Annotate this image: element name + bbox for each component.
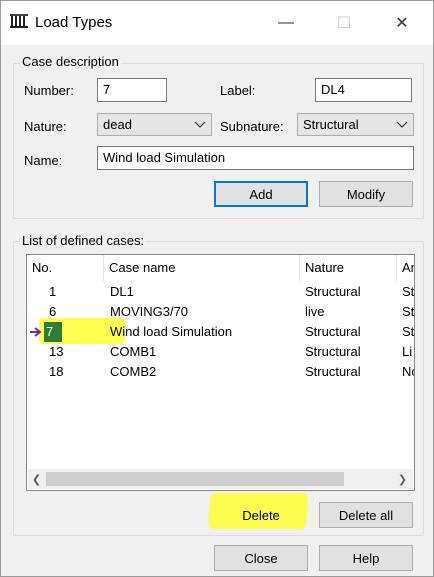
cell-an: St [402, 284, 415, 299]
scroll-right-icon[interactable]: ❯ [394, 469, 411, 489]
help-button[interactable]: Help [319, 545, 413, 571]
close-window-button[interactable]: ✕ [379, 1, 425, 45]
cell-nature: Structural [305, 324, 361, 339]
cell-no: 6 [49, 304, 57, 319]
nature-select[interactable]: dead [97, 113, 212, 136]
cell-case-name: MOVING3/70 [110, 304, 189, 319]
cell-nature: Structural [305, 344, 361, 359]
cases-listview[interactable]: No. Case name Nature An 1 DL1 Structural… [26, 254, 415, 491]
chevron-down-icon [395, 117, 409, 131]
column-header-an[interactable]: An [397, 255, 414, 281]
column-header-no[interactable]: No. [27, 255, 104, 281]
cases-list-legend: List of defined cases: [20, 233, 147, 248]
add-button[interactable]: Add [214, 181, 308, 207]
subnature-label: Subnature: [220, 119, 284, 134]
number-label: Number: [24, 83, 74, 98]
maximize-button: ☐ [321, 1, 367, 45]
maximize-icon: ☐ [336, 15, 352, 32]
list-header: No. Case name Nature An [27, 255, 414, 281]
name-field[interactable]: Wind load Simulation [97, 146, 414, 170]
subnature-select[interactable]: Structural [297, 113, 414, 136]
modify-button[interactable]: Modify [319, 181, 413, 207]
nature-value: dead [103, 117, 132, 132]
name-label: Name: [24, 153, 63, 168]
cell-no: 13 [49, 344, 64, 359]
column-header-nature[interactable]: Nature [300, 255, 397, 281]
table-row[interactable]: 6 MOVING3/70 live St [27, 302, 414, 322]
nature-label: Nature: [24, 119, 67, 134]
load-types-icon [10, 14, 28, 30]
cell-nature: live [305, 304, 325, 319]
cell-case-name: Wind load Simulation [110, 324, 233, 339]
label-label: Label: [220, 83, 256, 98]
cell-case-name: DL1 [110, 284, 134, 299]
case-description-legend: Case description [20, 54, 121, 69]
cell-an: Li [402, 344, 413, 359]
window-title: Load Types [35, 14, 113, 31]
cell-no: 18 [49, 364, 64, 379]
label-field[interactable]: DL4 [315, 78, 412, 102]
title-bar[interactable]: Load Types — ☐ ✕ [1, 1, 433, 45]
delete-all-button[interactable]: Delete all [319, 502, 413, 528]
chevron-down-icon [193, 117, 207, 131]
table-row[interactable]: 13 COMB1 Structural Li [27, 342, 414, 362]
cell-nature: Structural [305, 364, 361, 379]
pointer-arrow-icon [30, 325, 44, 339]
load-types-window: Load Types — ☐ ✕ Case description Number… [0, 0, 434, 577]
cell-no-selected: 7 [44, 322, 62, 342]
close-icon: ✕ [395, 15, 409, 32]
scroll-left-icon[interactable]: ❮ [28, 469, 45, 489]
close-button[interactable]: Close [214, 545, 308, 571]
cell-an: St [402, 304, 415, 319]
minimize-icon: — [278, 14, 294, 31]
cell-case-name: COMB2 [110, 364, 157, 379]
delete-button[interactable]: Delete [214, 502, 308, 528]
subnature-value: Structural [303, 117, 359, 132]
cell-nature: Structural [305, 284, 361, 299]
cell-no: 1 [49, 284, 57, 299]
horizontal-scrollbar[interactable]: ❮ ❯ [28, 469, 413, 489]
cell-case-name: COMB1 [110, 344, 157, 359]
table-row[interactable]: 18 COMB2 Structural No [27, 362, 414, 382]
cell-an: St [402, 324, 415, 339]
column-header-case-name[interactable]: Case name [104, 255, 300, 281]
minimize-button[interactable]: — [263, 1, 309, 45]
cell-an: No [402, 364, 414, 379]
number-field[interactable]: 7 [97, 78, 167, 102]
table-row-selected[interactable]: 7 Wind load Simulation Structural St [27, 322, 414, 342]
scrollbar-thumb[interactable] [46, 472, 344, 486]
table-row[interactable]: 1 DL1 Structural St [27, 282, 414, 302]
